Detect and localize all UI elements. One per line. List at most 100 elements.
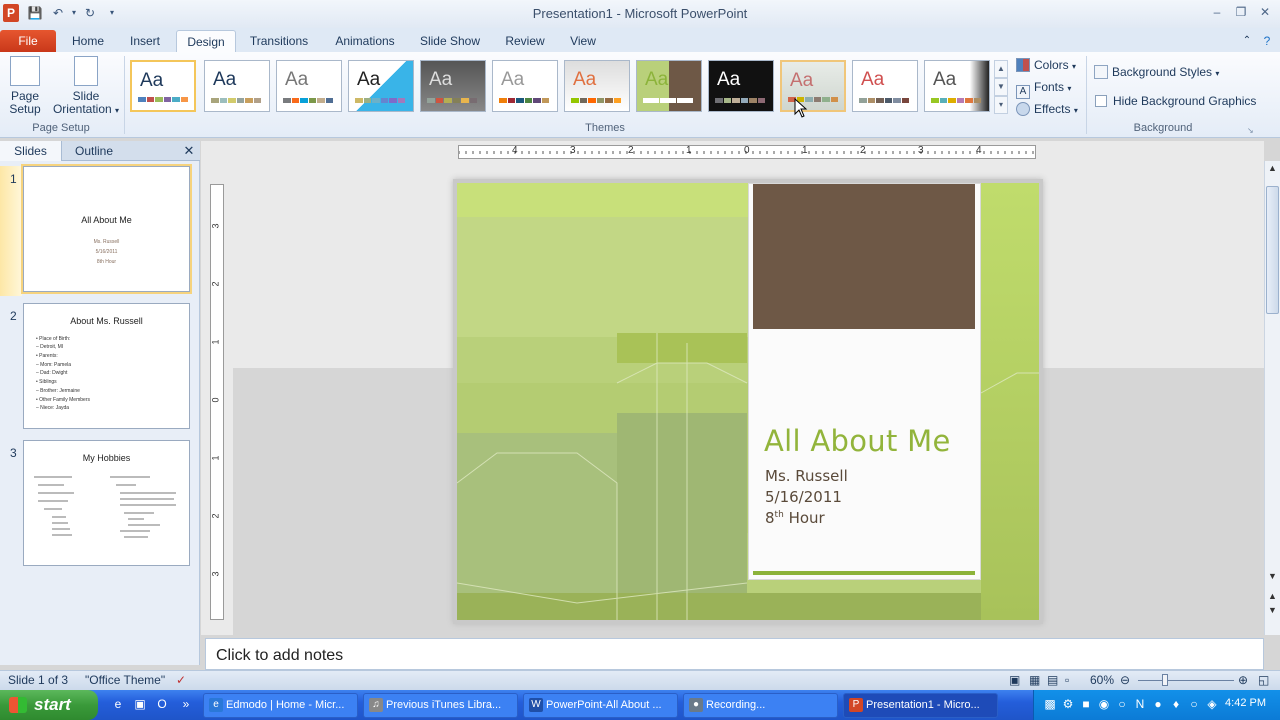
- zoom-slider-thumb[interactable]: [1162, 674, 1168, 686]
- next-slide-icon[interactable]: ▼: [1265, 605, 1280, 615]
- theme-apothecary[interactable]: Aa: [420, 60, 486, 112]
- colors-button[interactable]: Colors ▾: [1016, 56, 1076, 74]
- colors-icon: [1016, 58, 1030, 72]
- minimize-icon[interactable]: –: [1205, 4, 1229, 20]
- tray-icon[interactable]: N: [1132, 697, 1148, 713]
- tab-view[interactable]: View: [562, 30, 604, 52]
- tab-design[interactable]: Design: [176, 30, 236, 52]
- gallery-scroll-up-icon[interactable]: ▲: [994, 60, 1008, 78]
- taskbar-item-itunes[interactable]: ♫ Previous iTunes Libra...: [363, 693, 518, 718]
- zoom-slider-track[interactable]: [1138, 680, 1234, 681]
- tab-slide-show[interactable]: Slide Show: [414, 30, 486, 52]
- slide-thumbnail-3[interactable]: My Hobbies: [23, 440, 190, 566]
- slide-thumbnail-2[interactable]: About Ms. Russell • Place of Birth: – De…: [23, 303, 190, 429]
- task-label: Recording...: [706, 699, 766, 711]
- outlook-icon[interactable]: O: [154, 697, 170, 713]
- task-label: PowerPoint-All About ...: [546, 699, 662, 711]
- zoom-level[interactable]: 60%: [1090, 673, 1114, 687]
- tray-icon[interactable]: ⚙: [1060, 697, 1076, 713]
- tab-transitions[interactable]: Transitions: [244, 30, 314, 52]
- more-quicklaunch-icon[interactable]: »: [178, 697, 194, 713]
- slide-title[interactable]: All About Me: [764, 424, 951, 458]
- internet-explorer-icon[interactable]: e: [110, 697, 126, 713]
- tab-outline[interactable]: Outline: [62, 141, 126, 161]
- ruler-tick-label: 3: [210, 571, 221, 577]
- tray-icon[interactable]: ◈: [1204, 697, 1220, 713]
- theme-apex[interactable]: Aa: [348, 60, 414, 112]
- theme-austin[interactable]: Aa: [564, 60, 630, 112]
- clock[interactable]: 4:42 PM: [1225, 697, 1266, 709]
- tab-file[interactable]: File: [0, 30, 56, 52]
- status-bar: Slide 1 of 3 "Office Theme" ✓ ▣ ▦ ▤ ▫ 60…: [0, 670, 1280, 690]
- scroll-up-icon[interactable]: ▲: [1265, 163, 1280, 173]
- close-icon[interactable]: ✕: [1253, 4, 1277, 20]
- taskbar-item-word[interactable]: W PowerPoint-All About ...: [523, 693, 678, 718]
- scroll-down-icon[interactable]: ▼: [1265, 571, 1280, 581]
- tab-insert[interactable]: Insert: [122, 30, 168, 52]
- theme-status[interactable]: "Office Theme": [85, 673, 165, 687]
- reading-view-icon[interactable]: ▤: [1047, 673, 1058, 687]
- theme-composite[interactable]: Aa: [924, 60, 990, 112]
- effects-button[interactable]: Effects ▾: [1016, 100, 1078, 118]
- slide-count-status[interactable]: Slide 1 of 3: [8, 673, 68, 687]
- slide-subtitle-name[interactable]: Ms. Russell: [765, 467, 848, 485]
- tray-icon[interactable]: ♦: [1168, 697, 1184, 713]
- slide-orientation-button[interactable]: Slide Orientation ▾: [52, 56, 120, 117]
- tray-icon[interactable]: ◉: [1096, 697, 1112, 713]
- taskbar-item-powerpoint[interactable]: P Presentation1 - Micro...: [843, 693, 998, 718]
- theme-essential[interactable]: Aa: [636, 60, 702, 112]
- restore-icon[interactable]: ❐: [1229, 4, 1253, 20]
- tray-icon[interactable]: ■: [1078, 697, 1094, 713]
- theme-black-tie[interactable]: Aa: [708, 60, 774, 112]
- slide-sorter-icon[interactable]: ▦: [1029, 673, 1040, 687]
- normal-view-icon[interactable]: ▣: [1009, 673, 1020, 687]
- theme-aspect[interactable]: Aa: [492, 60, 558, 112]
- theme-adjacency[interactable]: Aa: [204, 60, 270, 112]
- slide-subtitle-hour[interactable]: 8th Hour: [765, 509, 825, 527]
- ruler-tick-label: 3: [918, 145, 924, 156]
- show-desktop-icon[interactable]: ▣: [132, 697, 148, 713]
- taskbar-item-recording[interactable]: ● Recording...: [683, 693, 838, 718]
- tray-icon[interactable]: ▩: [1042, 697, 1058, 713]
- help-icon[interactable]: ?: [1258, 30, 1276, 52]
- chevron-down-icon: ▾: [115, 106, 120, 115]
- theme-office[interactable]: Aa: [130, 60, 196, 112]
- theme-civic[interactable]: Aa: [780, 60, 846, 112]
- start-button[interactable]: start: [0, 690, 98, 720]
- thumbnail-line: • Parents:: [36, 353, 58, 359]
- tray-icon[interactable]: ●: [1150, 697, 1166, 713]
- thumbnail-line: – Niece: Jayda: [36, 405, 70, 411]
- background-styles-button[interactable]: Background Styles ▾: [1094, 63, 1219, 81]
- previous-slide-icon[interactable]: ▲: [1265, 591, 1280, 601]
- hide-background-graphics-checkbox[interactable]: Hide Background Graphics: [1095, 92, 1256, 110]
- fonts-button[interactable]: A Fonts ▾: [1016, 78, 1071, 99]
- slide-canvas[interactable]: All About Me Ms. Russell 5/16/2011 8th H…: [457, 183, 1039, 620]
- minimize-ribbon-icon[interactable]: ⌃: [1238, 30, 1256, 52]
- background-group-label: Background: [1133, 122, 1193, 134]
- theme-clarity[interactable]: Aa: [852, 60, 918, 112]
- tray-icon[interactable]: ○: [1114, 697, 1130, 713]
- notes-pane[interactable]: Click to add notes: [205, 638, 1264, 670]
- tab-home[interactable]: Home: [64, 30, 112, 52]
- zoom-out-icon[interactable]: ⊖: [1120, 673, 1130, 687]
- slide-show-icon[interactable]: ▫: [1065, 673, 1069, 687]
- slide-subtitle-date[interactable]: 5/16/2011: [765, 488, 842, 506]
- tab-slides[interactable]: Slides: [0, 141, 62, 161]
- fit-to-window-icon[interactable]: ◱: [1258, 673, 1269, 687]
- page-setup-button[interactable]: Page Setup: [4, 56, 46, 116]
- slide-thumbnail-1[interactable]: All About Me Ms. Russell 5/16/2011 8th H…: [21, 164, 192, 294]
- scrollbar-thumb[interactable]: [1266, 186, 1279, 314]
- close-pane-icon[interactable]: ✕: [180, 141, 198, 161]
- gallery-more-icon[interactable]: ▾: [994, 96, 1008, 114]
- spelling-check-icon[interactable]: ✓: [176, 673, 186, 687]
- tab-review[interactable]: Review: [498, 30, 552, 52]
- gallery-scroll-down-icon[interactable]: ▼: [994, 78, 1008, 96]
- theme-angles[interactable]: Aa: [276, 60, 342, 112]
- dialog-launcher-icon[interactable]: ↘: [1247, 122, 1254, 140]
- taskbar-item-edmodo[interactable]: e Edmodo | Home - Micr...: [203, 693, 358, 718]
- hide-background-graphics-label: Hide Background Graphics: [1113, 94, 1257, 108]
- tab-animations[interactable]: Animations: [328, 30, 402, 52]
- tray-icon[interactable]: ○: [1186, 697, 1202, 713]
- vertical-scrollbar[interactable]: ▲ ▼ ▲ ▼: [1264, 161, 1280, 635]
- zoom-in-icon[interactable]: ⊕: [1238, 673, 1248, 687]
